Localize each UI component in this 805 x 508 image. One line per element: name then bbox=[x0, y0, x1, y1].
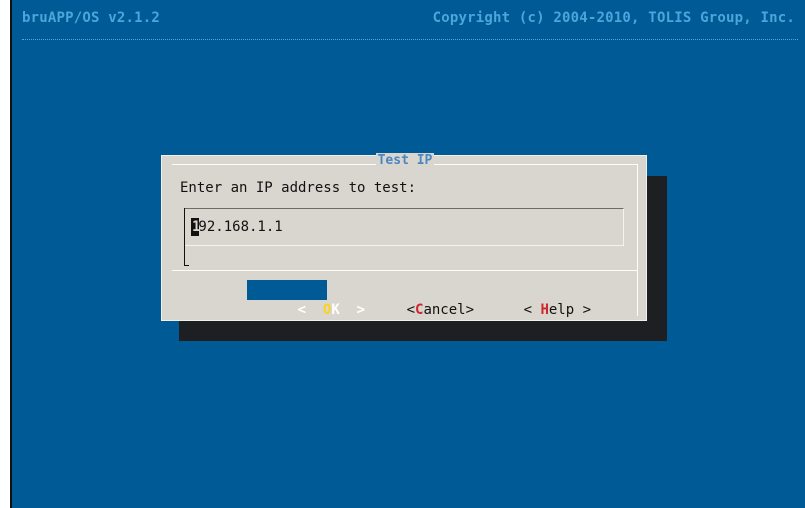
cursor-character: 1 bbox=[192, 219, 201, 235]
ok-button-prefix: < bbox=[297, 302, 323, 318]
ip-address-input[interactable] bbox=[190, 218, 610, 236]
cancel-button[interactable]: <Cancel> bbox=[356, 280, 474, 318]
dialog-right-border bbox=[637, 164, 638, 316]
input-bottom-marker bbox=[184, 265, 189, 266]
ip-prompt-label: Enter an IP address to test: bbox=[180, 180, 417, 196]
terminal-screen: bruAPP/OS v2.1.2 Copyright (c) 2004-2010… bbox=[10, 0, 805, 508]
top-divider bbox=[22, 39, 798, 40]
ok-button[interactable]: < OK > bbox=[247, 280, 365, 318]
help-button-prefix: < bbox=[523, 302, 541, 318]
help-hotkey: H bbox=[540, 302, 549, 318]
dialog-title-text: Test IP bbox=[375, 153, 435, 168]
test-ip-dialog: Test IP Enter an IP address to test: 1 <… bbox=[161, 152, 648, 321]
buttons-divider bbox=[172, 270, 638, 271]
app-version: bruAPP/OS v2.1.2 bbox=[22, 10, 161, 26]
cancel-button-rest: ancel> bbox=[423, 302, 475, 318]
help-button[interactable]: < Help > bbox=[473, 280, 591, 318]
help-button-rest: elp > bbox=[548, 302, 592, 318]
input-left-border bbox=[184, 208, 185, 266]
copyright-text: Copyright (c) 2004-2010, TOLIS Group, In… bbox=[432, 10, 795, 26]
dialog-title: Test IP bbox=[162, 152, 648, 170]
cancel-button-prefix: < bbox=[406, 302, 416, 318]
top-status-bar: bruAPP/OS v2.1.2 Copyright (c) 2004-2010… bbox=[12, 0, 805, 40]
